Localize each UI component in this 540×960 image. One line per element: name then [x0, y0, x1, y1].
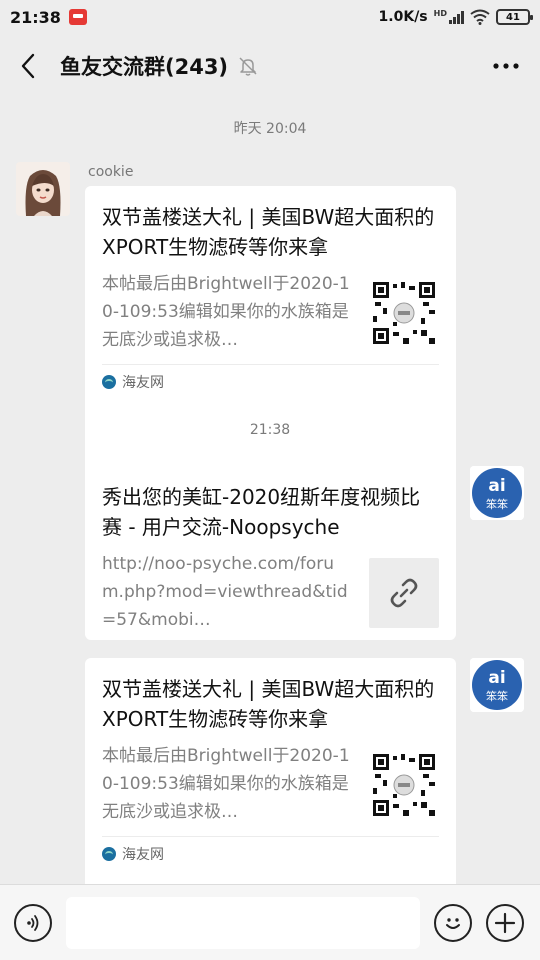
battery-icon: 41	[496, 9, 533, 25]
link-thumbnail	[369, 558, 439, 628]
chat-header: 鱼友交流群(243)	[0, 34, 540, 98]
self-avatar[interactable]: ai 笨笨	[470, 466, 524, 520]
sender-avatar[interactable]	[16, 162, 70, 216]
back-button[interactable]	[14, 46, 42, 86]
more-options-button[interactable]	[486, 46, 526, 86]
source-logo-icon	[102, 846, 116, 861]
message-timestamp: 21:38	[249, 422, 291, 438]
battery-level: 41	[506, 11, 520, 23]
voice-icon	[27, 914, 39, 931]
voice-input-button[interactable]	[14, 903, 52, 942]
svg-text:笨笨: 笨笨	[486, 689, 508, 703]
card-source: 海友网	[102, 836, 439, 870]
message-input[interactable]	[66, 896, 420, 949]
sender-name: cookie	[88, 164, 134, 180]
status-indicators: 1.0K/s HD 41	[378, 9, 533, 25]
card-description: http://noo-psyche.com/forum.php?mod=view…	[102, 554, 348, 630]
shared-link-card[interactable]: 秀出您的美缸-2020纽斯年度视频比赛 - 用户交流-Noopsyche htt…	[85, 466, 456, 640]
page-title: 鱼友交流群(243)	[60, 55, 229, 79]
plus-icon	[494, 912, 516, 933]
source-logo-icon	[102, 374, 116, 389]
more-actions-button[interactable]	[486, 903, 524, 942]
message-timestamp: 昨天 20:04	[233, 121, 307, 137]
card-body: 本帖最后由Brightwell于2020-10-109:53编辑如果你的水族箱是…	[102, 742, 439, 826]
wifi-icon	[470, 9, 490, 25]
card-body: 本帖最后由Brightwell于2020-10-109:53编辑如果你的水族箱是…	[102, 270, 439, 354]
hd-label: HD	[433, 9, 447, 18]
status-time: 21:38	[10, 7, 61, 27]
qr-code-thumbnail	[369, 278, 439, 348]
shared-link-card[interactable]: 双节盖楼送大礼 | 美国BW超大面积的XPORT生物滤砖等你来拿 本帖最后由Br…	[85, 186, 456, 484]
smiley-icon	[446, 917, 460, 929]
svg-text:ai: ai	[488, 476, 505, 496]
source-name: 海友网	[122, 846, 164, 863]
svg-text:笨笨: 笨笨	[486, 497, 508, 511]
emoji-button[interactable]	[434, 903, 472, 942]
girl-avatar-image	[16, 162, 70, 216]
self-avatar-image: ai 笨笨	[470, 466, 524, 520]
status-bar: 21:38 1.0K/s HD 41	[0, 0, 540, 34]
card-title: 秀出您的美缸-2020纽斯年度视频比赛 - 用户交流-Noopsyche	[102, 485, 421, 539]
card-body: http://noo-psyche.com/forum.php?mod=view…	[102, 550, 439, 634]
card-source: 海友网	[102, 364, 439, 398]
notification-icon	[68, 9, 87, 25]
more-dots-icon	[493, 63, 519, 69]
card-title: 双节盖楼送大礼 | 美国BW超大面积的XPORT生物滤砖等你来拿	[102, 205, 435, 259]
qr-code-thumbnail	[369, 750, 439, 820]
signal-icon	[449, 10, 464, 24]
card-description: 本帖最后由Brightwell于2020-10-109:53编辑如果你的水族箱是…	[102, 274, 350, 350]
self-avatar-image: ai 笨笨	[470, 658, 524, 712]
mute-bell-icon	[238, 56, 258, 76]
card-title: 双节盖楼送大礼 | 美国BW超大面积的XPORT生物滤砖等你来拿	[102, 677, 435, 731]
input-bar	[0, 884, 540, 960]
svg-text:ai: ai	[488, 668, 505, 688]
chat-area[interactable]: 昨天 20:04 cookie 双节盖楼送大礼 | 美国BW超大面积的XPORT…	[0, 98, 540, 956]
self-avatar[interactable]: ai 笨笨	[470, 658, 524, 712]
source-name: 海友网	[122, 374, 164, 391]
link-icon	[390, 578, 418, 608]
card-description: 本帖最后由Brightwell于2020-10-109:53编辑如果你的水族箱是…	[102, 746, 350, 822]
network-speed: 1.0K/s	[378, 9, 428, 25]
back-arrow-icon	[21, 53, 35, 79]
